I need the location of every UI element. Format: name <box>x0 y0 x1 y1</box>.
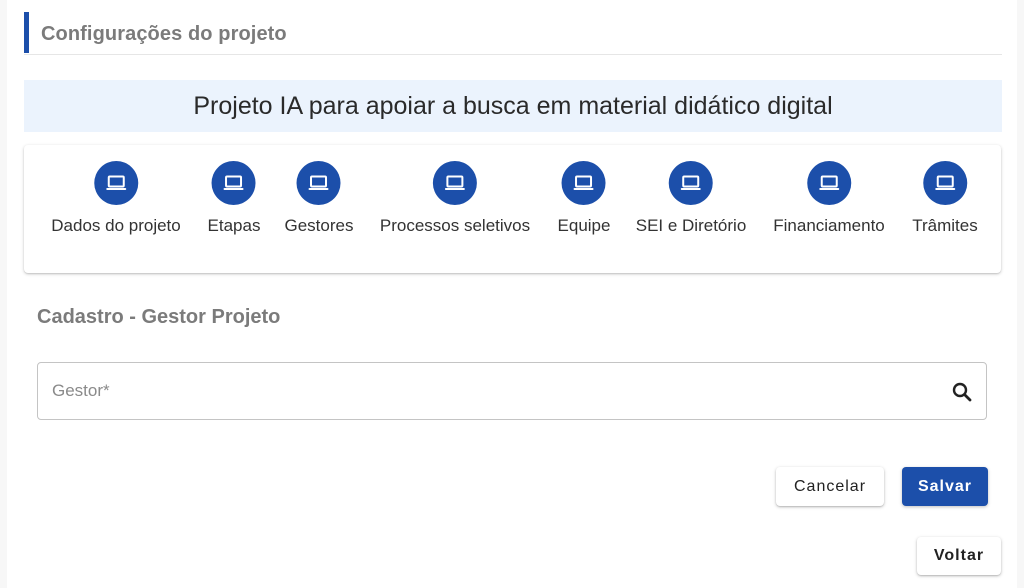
project-name: Projeto IA para apoiar a busca em materi… <box>193 91 833 120</box>
save-button[interactable]: Salvar <box>902 467 988 506</box>
step-gestores[interactable]: Gestores <box>284 161 354 236</box>
right-edge <box>1017 0 1024 588</box>
step-label: Processos seletivos <box>379 216 531 235</box>
step-label: Financiamento <box>773 216 885 235</box>
step-tramites[interactable]: Trâmites <box>912 161 978 236</box>
section-accent-bar <box>24 12 29 53</box>
project-settings-page: Configurações do projeto Projeto IA para… <box>0 0 1024 588</box>
step-dados-do-projeto[interactable]: Dados do projeto <box>51 161 181 236</box>
section-header: Configurações do projeto <box>24 12 1002 55</box>
step-processos-seletivos[interactable]: Processos seletivos <box>380 161 530 236</box>
laptop-icon <box>432 161 477 205</box>
laptop-icon <box>212 161 256 205</box>
back-button[interactable]: Voltar <box>917 537 1001 575</box>
project-banner: Projeto IA para apoiar a busca em materi… <box>24 80 1002 132</box>
laptop-icon <box>562 161 606 205</box>
step-etapas[interactable]: Etapas <box>207 161 261 236</box>
laptop-icon <box>668 161 713 205</box>
laptop-icon <box>923 161 967 205</box>
step-label: Dados do projeto <box>51 216 181 235</box>
gestor-input[interactable] <box>52 363 932 419</box>
cancel-button[interactable]: Cancelar <box>776 467 884 506</box>
step-label: Equipe <box>557 216 611 235</box>
left-edge <box>0 0 7 588</box>
laptop-icon <box>93 161 138 205</box>
step-financiamento[interactable]: Financiamento <box>773 161 885 236</box>
steps-card: Dados do projeto Etapas Gestores Process… <box>24 145 1001 273</box>
step-sei-e-diretorio[interactable]: SEI e Diretório <box>635 161 747 236</box>
step-label: Trâmites <box>912 216 978 235</box>
gestor-field <box>37 362 987 420</box>
form-title: Cadastro - Gestor Projeto <box>37 306 281 328</box>
laptop-icon <box>296 161 341 205</box>
laptop-icon <box>806 161 851 205</box>
step-label: SEI e Diretório <box>635 216 747 235</box>
step-label: Gestores <box>284 216 354 235</box>
search-icon[interactable] <box>950 380 974 404</box>
step-equipe[interactable]: Equipe <box>557 161 611 236</box>
page-title: Configurações do projeto <box>41 23 287 45</box>
step-label: Etapas <box>207 216 261 235</box>
